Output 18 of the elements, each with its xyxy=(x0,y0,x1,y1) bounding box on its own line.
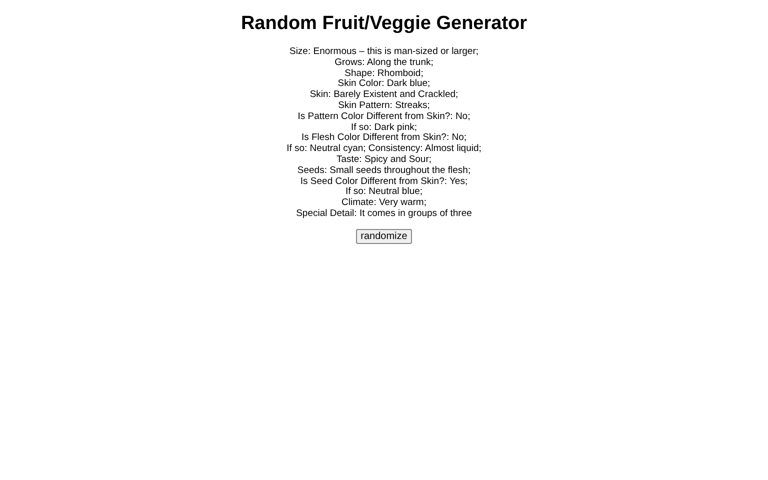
attribute-line: Skin: Barely Existent and Crackled; xyxy=(310,90,458,101)
attribute-line: Shape: Rhomboid; xyxy=(344,68,424,79)
attribute-line: Climate: Very warm; xyxy=(342,198,426,209)
attribute-line: If so: Dark pink; xyxy=(351,122,417,133)
attribute-line: Taste: Spicy and Sour; xyxy=(336,154,432,166)
attribute-line: If so: Neutral cyan; Consistency: Almost liquid; xyxy=(286,144,482,155)
attribute-line: Is Pattern Color Different from Skin?: No; xyxy=(298,112,470,123)
attribute-line: Grows: Along the trunk; xyxy=(334,58,434,69)
attribute-line: Skin Pattern: Streaks; xyxy=(338,100,430,112)
attribute-line: Size: Enormous – this is man-sized or larger; xyxy=(289,47,479,58)
attribute-line: Is Seed Color Different from Skin?: Yes; xyxy=(300,176,468,187)
attribute-line: Skin Color: Dark blue; xyxy=(338,79,430,90)
randomize-button[interactable]: randomize xyxy=(356,228,412,244)
attribute-line: Special Detail: It comes in groups of three xyxy=(296,208,472,220)
attribute-line: If so: Neutral blue; xyxy=(345,187,423,198)
page-title: Random Fruit/Veggie Generator xyxy=(240,13,528,35)
attribute-line: Is Flesh Color Different from Skin?: No; xyxy=(301,133,467,144)
attribute-line: Seeds: Small seeds throughout the flesh; xyxy=(297,166,471,177)
